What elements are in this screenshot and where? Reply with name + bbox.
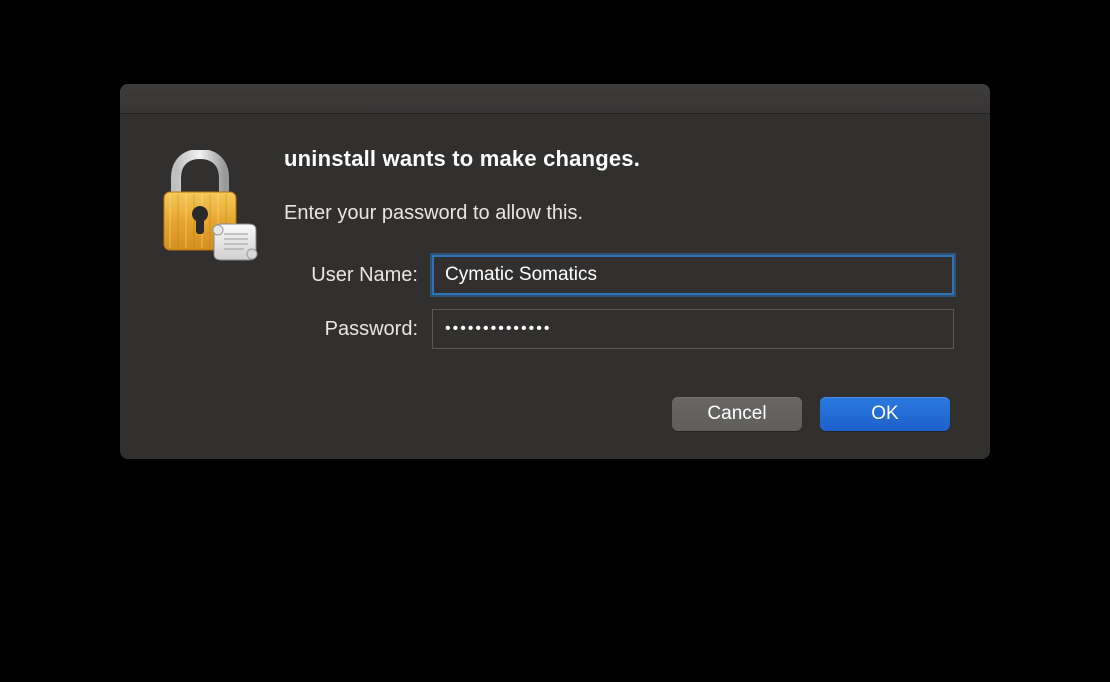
dialog-heading: uninstall wants to make changes. bbox=[284, 146, 954, 172]
dialog-subtext: Enter your password to allow this. bbox=[284, 202, 954, 225]
content-column: uninstall wants to make changes. Enter y… bbox=[284, 146, 954, 431]
script-badge-icon bbox=[213, 224, 257, 260]
auth-dialog: uninstall wants to make changes. Enter y… bbox=[120, 84, 990, 459]
lock-icon bbox=[156, 150, 258, 268]
username-row: User Name: bbox=[284, 255, 954, 295]
password-input[interactable] bbox=[432, 309, 954, 349]
dialog-body: uninstall wants to make changes. Enter y… bbox=[120, 114, 990, 459]
ok-button[interactable]: OK bbox=[820, 397, 950, 431]
password-row: Password: bbox=[284, 309, 954, 349]
username-input[interactable] bbox=[432, 255, 954, 295]
button-row: Cancel OK bbox=[284, 397, 954, 431]
password-label: Password: bbox=[284, 318, 432, 341]
icon-column bbox=[156, 146, 258, 431]
dialog-titlebar[interactable] bbox=[120, 84, 990, 114]
username-label: User Name: bbox=[284, 264, 432, 287]
cancel-button[interactable]: Cancel bbox=[672, 397, 802, 431]
